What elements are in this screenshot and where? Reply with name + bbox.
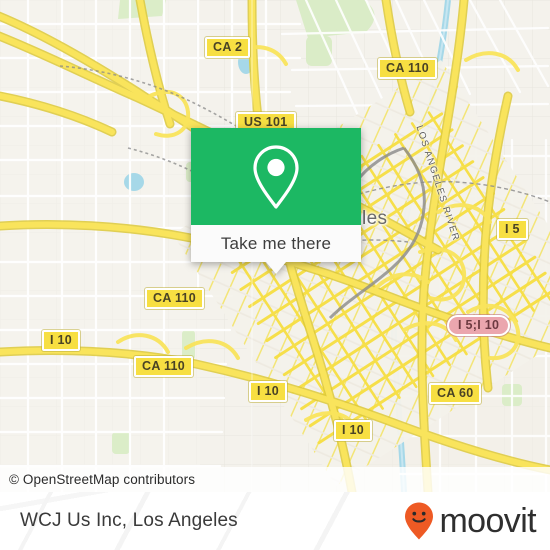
road-shield-i5-e[interactable]: I 5 [497,219,528,240]
location-popup-card[interactable]: Take me there [191,128,361,274]
map-page: .mj{stroke:#f7df42;stroke-linecap:round;… [0,0,550,550]
road-shield-ca2[interactable]: CA 2 [205,37,251,58]
attribution-text: © OpenStreetMap contributors [9,472,196,487]
map-attribution: © OpenStreetMap contributors [0,467,550,492]
road-shield-ca110-m[interactable]: CA 110 [145,288,205,309]
road-shield-ca110-s[interactable]: CA 110 [134,356,194,377]
road-shield-i5-i10[interactable]: I 5;I 10 [447,315,511,336]
road-shield-ca60[interactable]: CA 60 [429,383,482,404]
moovit-wordmark: moovit [439,502,536,540]
page-footer: WCJ Us Inc, Los Angeles moovit [0,492,550,550]
road-shield-ca110-n[interactable]: CA 110 [378,58,438,79]
map-canvas[interactable]: .mj{stroke:#f7df42;stroke-linecap:round;… [0,0,550,492]
moovit-pin-icon [405,502,434,540]
popup-body[interactable]: Take me there [191,225,361,262]
location-pin-icon [253,144,299,209]
moovit-logo[interactable]: moovit [402,501,537,541]
take-me-there-label: Take me there [220,233,332,253]
road-shield-i10-c[interactable]: I 10 [249,381,288,402]
place-name-label: WCJ Us Inc, Los Angeles [20,510,238,531]
road-shield-i10-w[interactable]: I 10 [42,330,81,351]
popup-header [191,128,361,225]
road-shield-i10-s[interactable]: I 10 [334,420,373,441]
popup-tail [266,262,286,274]
